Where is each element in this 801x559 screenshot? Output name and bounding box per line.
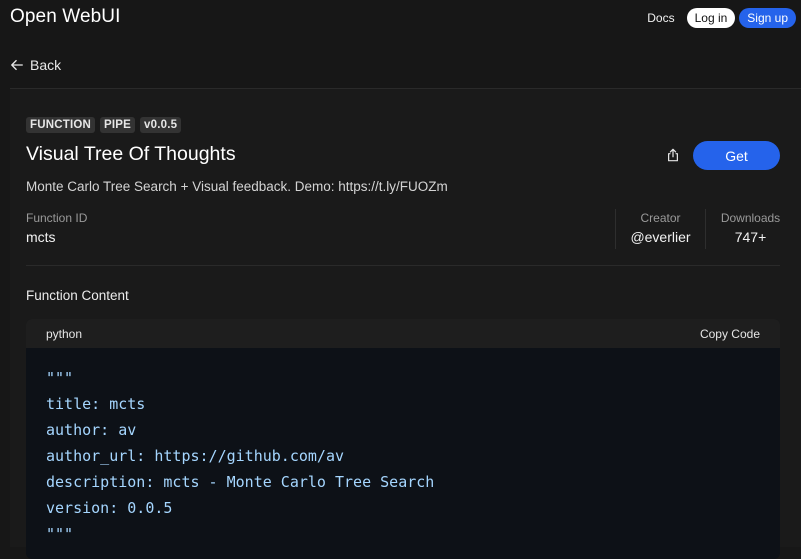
function-title: Visual Tree Of Thoughts xyxy=(26,143,236,165)
code-line: author_url: https://github.com/av xyxy=(46,447,345,465)
creator-link[interactable]: @everlier xyxy=(616,229,705,245)
section-divider xyxy=(26,265,780,266)
creator-label: Creator xyxy=(640,211,681,225)
tag-type: FUNCTION xyxy=(26,117,96,133)
function-id-block: Function ID mcts xyxy=(26,211,87,245)
code-line: author: av xyxy=(46,421,137,439)
code-line: """ xyxy=(46,525,74,543)
code-line: description: mcts - Monte Carlo Tree Sea… xyxy=(46,473,435,491)
docs-link[interactable]: Docs xyxy=(647,11,674,25)
function-description: Monte Carlo Tree Search + Visual feedbac… xyxy=(26,179,448,194)
nav-actions: Docs Log in Sign up xyxy=(647,8,796,28)
function-content-heading: Function Content xyxy=(26,288,129,303)
top-bar: Open WebUI Docs Log in Sign up xyxy=(0,0,801,38)
code-content[interactable]: """ title: mcts author: av author_url: http… xyxy=(26,348,780,547)
get-button[interactable]: Get xyxy=(693,141,780,170)
code-language-label: python xyxy=(46,326,83,341)
signup-button[interactable]: Sign up xyxy=(739,8,796,28)
code-line: """ xyxy=(46,369,74,387)
tag-version: v0.0.5 xyxy=(140,117,182,133)
creator-block: Creator @everlier xyxy=(615,209,705,249)
brand-logo-text[interactable]: Open WebUI xyxy=(10,6,120,28)
back-label: Back xyxy=(30,57,62,73)
share-icon xyxy=(668,148,678,162)
code-line: version: 0.0.5 xyxy=(46,499,173,517)
function-tags: FUNCTION PIPE v0.0.5 xyxy=(26,117,182,133)
downloads-count: 747+ xyxy=(734,229,767,245)
downloads-block: Downloads 747+ xyxy=(705,209,795,249)
code-line: title: mcts xyxy=(46,395,146,413)
function-id-label: Function ID xyxy=(26,211,88,225)
login-button[interactable]: Log in xyxy=(686,8,736,28)
function-id-value: mcts xyxy=(26,229,56,245)
share-button[interactable] xyxy=(664,146,682,164)
downloads-label: Downloads xyxy=(720,211,781,225)
tag-subtype: PIPE xyxy=(100,117,136,133)
code-block[interactable]: python Copy Code """ title: mcts author: a… xyxy=(26,319,780,559)
code-block-header: python Copy Code xyxy=(26,319,780,348)
back-button[interactable]: Back xyxy=(10,57,61,73)
copy-code-button[interactable]: Copy Code xyxy=(700,327,760,341)
arrow-left-icon xyxy=(11,59,23,71)
